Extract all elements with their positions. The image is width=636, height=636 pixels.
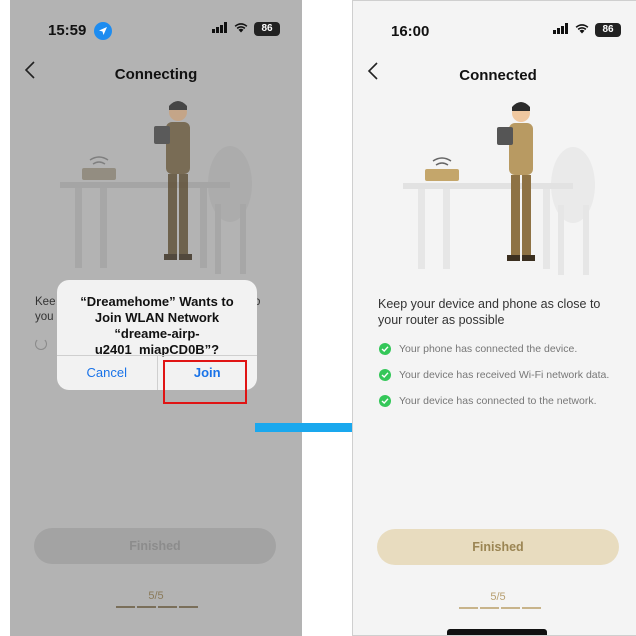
location-arrow-icon	[93, 22, 112, 41]
left-phone-screen: 15:59 86 Connecting Kee you o Finished 5…	[10, 0, 302, 636]
battery-icon: 86	[254, 22, 280, 36]
status-time-text: 15:59	[48, 22, 87, 39]
step-dash	[116, 606, 135, 608]
step-dash	[501, 607, 520, 609]
step-dash	[137, 606, 156, 608]
step-indicator: 5/5	[490, 591, 506, 603]
wifi-icon	[234, 22, 248, 36]
loading-spinner-icon	[35, 338, 47, 350]
router-illustration	[60, 101, 252, 274]
join-highlight-box	[163, 360, 247, 404]
status-time: 16:00	[391, 23, 430, 40]
router-illustration	[403, 102, 595, 275]
status-time: 15:59	[48, 22, 112, 41]
status-item: Your phone has connected the device.	[379, 343, 577, 355]
finished-button[interactable]: Finished	[377, 529, 619, 565]
status-item: Your device has connected to the network…	[379, 395, 597, 407]
status-item-text: Your device has received Wi-Fi network d…	[399, 369, 610, 381]
finished-button[interactable]: Finished	[34, 528, 276, 564]
cancel-button[interactable]: Cancel	[57, 356, 158, 390]
step-dash	[522, 607, 541, 609]
step-indicator: 5/5	[148, 590, 164, 602]
dialog-message: “Dreamehome” Wants to Join WLAN Network …	[80, 294, 234, 357]
check-icon	[379, 369, 391, 381]
status-icons: 86	[212, 22, 280, 36]
home-indicator	[447, 629, 547, 635]
page-title: Connecting	[114, 66, 198, 83]
step-progress-dashes	[116, 606, 198, 608]
page-title: Connected	[459, 67, 537, 84]
wifi-icon	[575, 23, 589, 37]
battery-icon: 86	[595, 23, 621, 37]
step-progress-dashes	[459, 607, 541, 609]
step-dash	[480, 607, 499, 609]
step-dash	[459, 607, 478, 609]
step-dash	[158, 606, 177, 608]
step-dash	[179, 606, 198, 608]
partial-heading-line-2: you	[35, 311, 54, 323]
signal-icon	[553, 23, 569, 37]
right-phone-screen: 16:00 86 Connected Keep your device and …	[352, 0, 636, 636]
partial-heading-line-1: Kee	[35, 296, 56, 308]
check-icon	[379, 343, 391, 355]
status-item: Your device has received Wi-Fi network d…	[379, 369, 609, 381]
instruction-heading: Keep your device and phone as close to y…	[378, 297, 601, 327]
signal-icon	[212, 22, 228, 36]
check-icon	[379, 395, 391, 407]
status-item-text: Your device has connected to the network…	[399, 395, 597, 407]
status-item-text: Your phone has connected the device.	[399, 343, 578, 355]
status-icons: 86	[553, 23, 621, 37]
